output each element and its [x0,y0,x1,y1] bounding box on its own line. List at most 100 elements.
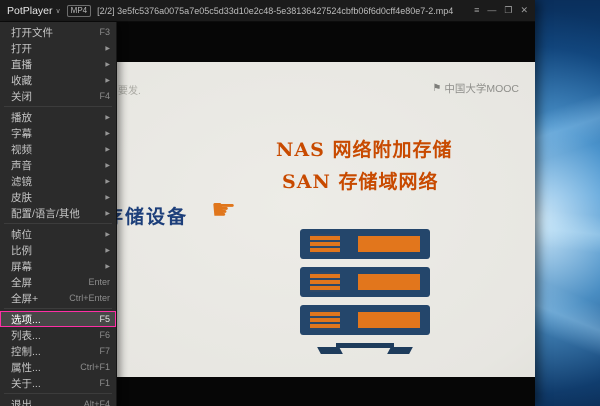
menu-item-shortcut: Alt+F4 [80,399,110,406]
menu-item-close[interactable]: 关闭 F4 [0,88,116,104]
menu-item-label: 选项... [11,312,95,327]
menu-item-skins[interactable]: 皮肤 ▶ [0,189,116,205]
menu-item-favorites[interactable]: 收藏 ▶ [0,72,116,88]
video-caption-fragment: 要发. [118,82,141,97]
menu-item-label: 控制... [11,344,95,359]
menu-item-label: 属性... [11,360,76,375]
submenu-arrow-icon: ▶ [101,194,110,201]
menu-item-label: 播放 [11,110,101,125]
server-drawer-panel [358,236,420,252]
menu-separator [4,223,112,224]
menu-item-exit[interactable]: 退出 Alt+F4 [0,396,116,406]
pointing-finger-icon: ☛ [211,193,236,226]
heading-nas: NAS 网络附加存储 [276,134,452,166]
menu-item-shortcut: F7 [95,346,110,356]
menu-item-subtitles[interactable]: 字幕 ▶ [0,125,116,141]
server-rack-illustration [300,229,430,354]
menu-item-control[interactable]: 控制... F7 [0,343,116,359]
menu-item-shortcut: F5 [95,314,110,324]
server-unit [300,305,430,335]
menu-item-label: 退出 [11,397,80,406]
mooc-logo-icon: ⚑ [432,83,441,94]
submenu-arrow-icon: ▶ [101,178,110,185]
video-headings: NAS 网络附加存储 SAN 存储域网络 [276,134,452,198]
menu-item-label: 关闭 [11,89,95,104]
menu-item-fullscreen[interactable]: 全屏 Enter [0,274,116,290]
menu-item-label: 打开文件 [11,25,95,40]
app-menu-button[interactable]: PotPlayer ∨ [7,5,61,17]
menu-item-label: 字幕 [11,126,101,141]
menu-item-label: 打开 [11,41,101,56]
menu-item-label: 帧位 [11,227,101,242]
app-name: PotPlayer [7,5,53,17]
menu-item-shortcut: Enter [84,277,110,287]
menu-item-label: 屏幕 [11,259,101,274]
menu-item-label: 关于... [11,376,95,391]
menu-item-label: 滤镜 [11,174,101,189]
menu-item-label: 列表... [11,328,95,343]
menu-item-aspect-ratio[interactable]: 比例 ▶ [0,242,116,258]
submenu-arrow-icon: ▶ [101,77,110,84]
menu-separator [4,393,112,394]
maximize-icon[interactable]: ❐ [504,6,512,15]
server-unit [300,229,430,259]
menu-item-label: 全屏+ [11,291,65,306]
menu-item-options[interactable]: 选项... F5 [0,311,116,327]
menu-item-video[interactable]: 视频 ▶ [0,141,116,157]
menu-item-open-file[interactable]: 打开文件 F3 [0,24,116,40]
submenu-arrow-icon: ▶ [101,162,110,169]
submenu-arrow-icon: ▶ [101,45,110,52]
menu-item-label: 比例 [11,243,101,258]
window-title-filename: [2/2] 3e5fc5376a0075a7e05c5d33d10e2c48-5… [97,6,466,16]
menu-item-shortcut: Ctrl+F1 [76,362,110,372]
mooc-watermark-text: 中国大学MOOC [444,81,519,96]
server-drawer-panel [358,312,420,328]
menu-item-shortcut: F4 [95,91,110,101]
menu-item-label: 全屏 [11,275,84,290]
menu-item-live[interactable]: 直播 ▶ [0,56,116,72]
format-badge: MP4 [67,5,91,17]
menu-item-label: 配置/语言/其他 [11,206,101,221]
window-controls: ≡ — ❐ ✕ [474,6,528,15]
submenu-arrow-icon: ▶ [101,146,110,153]
menu-item-open[interactable]: 打开 ▶ [0,40,116,56]
submenu-arrow-icon: ▶ [101,231,110,238]
playlist-menu-icon[interactable]: ≡ [474,6,479,15]
menu-item-label: 视频 [11,142,101,157]
menu-item-label: 声音 [11,158,101,173]
menu-item-frame[interactable]: 帧位 ▶ [0,226,116,242]
potplayer-window: PotPlayer ∨ MP4 [2/2] 3e5fc5376a0075a7e0… [0,0,535,406]
minimize-icon[interactable]: — [487,6,496,15]
menu-item-label: 直播 [11,57,101,72]
menu-item-playlist[interactable]: 列表... F6 [0,327,116,343]
mooc-watermark: ⚑ 中国大学MOOC [432,81,519,96]
menu-separator [4,106,112,107]
submenu-arrow-icon: ▶ [101,61,110,68]
menu-item-fullscreen-plus[interactable]: 全屏+ Ctrl+Enter [0,290,116,306]
menu-item-shortcut: Ctrl+Enter [65,293,110,303]
server-feet [309,347,421,354]
menu-item-label: 收藏 [11,73,101,88]
context-menu: 打开文件 F3 打开 ▶ 直播 ▶ 收藏 ▶ 关闭 F4 播放 ▶ [0,22,117,406]
menu-item-audio[interactable]: 声音 ▶ [0,157,116,173]
menu-item-about[interactable]: 关于... F1 [0,375,116,391]
submenu-arrow-icon: ▶ [101,210,110,217]
close-icon[interactable]: ✕ [520,6,528,15]
submenu-arrow-icon: ▶ [101,263,110,270]
menu-item-properties[interactable]: 属性... Ctrl+F1 [0,359,116,375]
menu-item-playback[interactable]: 播放 ▶ [0,109,116,125]
menu-item-shortcut: F3 [95,27,110,37]
submenu-arrow-icon: ▶ [101,114,110,121]
menu-item-shortcut: F1 [95,378,110,388]
chevron-down-icon: ∨ [56,7,61,15]
menu-item-preferences[interactable]: 配置/语言/其他 ▶ [0,205,116,221]
server-unit [300,267,430,297]
server-vent-panel [310,310,340,330]
submenu-arrow-icon: ▶ [101,247,110,254]
menu-item-screen[interactable]: 屏幕 ▶ [0,258,116,274]
submenu-arrow-icon: ▶ [101,130,110,137]
menu-item-filters[interactable]: 滤镜 ▶ [0,173,116,189]
server-drawer-panel [358,274,420,290]
heading-san: SAN 存储域网络 [276,166,452,198]
menu-separator [4,308,112,309]
